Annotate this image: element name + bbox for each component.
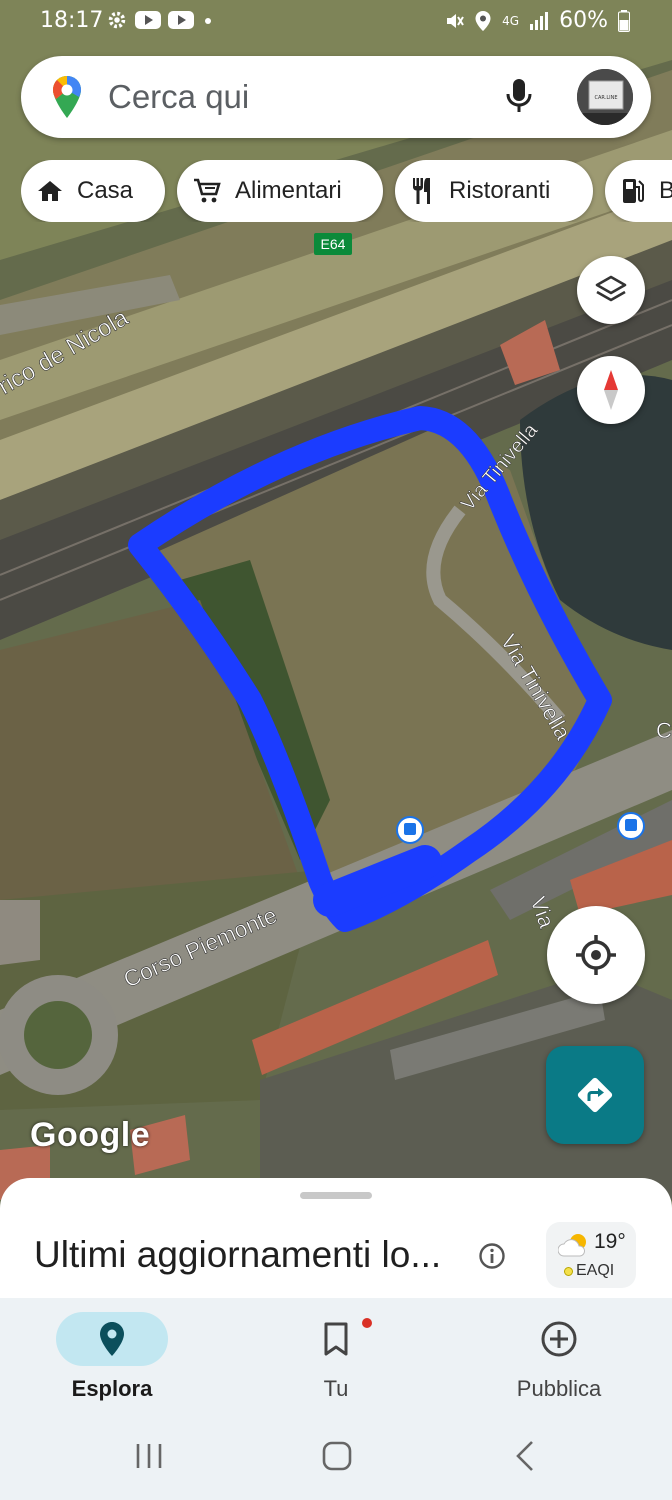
- partly-cloudy-icon: [558, 1234, 586, 1257]
- nav-esplora[interactable]: Esplora: [42, 1312, 182, 1402]
- status-bar: 18:17 4G 60%: [0, 0, 672, 46]
- notification-dot: [362, 1318, 372, 1328]
- microphone-icon[interactable]: [505, 76, 533, 116]
- google-maps-logo-icon: [53, 76, 81, 118]
- youtube-icon: [135, 11, 161, 29]
- location-icon: [475, 10, 491, 31]
- aqi-dot-icon: [564, 1267, 573, 1276]
- weather-temp: 19°: [594, 1230, 626, 1253]
- google-attribution: Google: [30, 1116, 151, 1154]
- restaurant-icon: [413, 178, 430, 204]
- status-time: 18:17: [40, 8, 104, 33]
- drag-handle[interactable]: [300, 1192, 372, 1199]
- cart-icon: [194, 178, 221, 203]
- avatar[interactable]: CAR.LINE: [577, 69, 633, 125]
- road-shield: E64: [314, 233, 352, 255]
- category-chips: Casa Alimentari Ristoranti B: [21, 160, 672, 222]
- nav-label: Pubblica: [516, 1376, 602, 1401]
- nav-pubblica[interactable]: Pubblica: [489, 1312, 629, 1402]
- chip-ristoranti[interactable]: Ristoranti: [395, 160, 593, 222]
- compass-icon: [604, 370, 618, 410]
- layers-button[interactable]: [577, 256, 645, 324]
- battery-percent: 60%: [559, 8, 608, 33]
- my-location-icon: [576, 935, 616, 975]
- dot-icon: [205, 18, 211, 24]
- home-button-icon[interactable]: [322, 1441, 352, 1471]
- bus-stop-icon[interactable]: [617, 812, 645, 840]
- chip-label: Ristoranti: [449, 177, 551, 204]
- nav-label: Tu: [323, 1376, 349, 1401]
- explore-pin-icon: [100, 1322, 124, 1356]
- chip-label: B: [659, 177, 672, 204]
- weather-widget[interactable]: 19° EAQI: [546, 1222, 636, 1288]
- chip-alimentari[interactable]: Alimentari: [177, 160, 383, 222]
- my-location-button[interactable]: [547, 906, 645, 1004]
- mute-icon: [447, 13, 465, 28]
- layers-icon: [595, 275, 627, 302]
- system-nav-bar: [0, 1420, 672, 1500]
- youtube-icon: [168, 11, 194, 29]
- directions-button[interactable]: [546, 1046, 644, 1144]
- directions-icon: [577, 1077, 613, 1113]
- fuel-icon: [623, 179, 644, 203]
- bookmark-icon: [324, 1322, 348, 1356]
- chip-label: Casa: [77, 177, 134, 204]
- chip-benzina[interactable]: B: [605, 160, 672, 222]
- sheet-title[interactable]: Ultimi aggiornamenti lo...: [34, 1234, 441, 1276]
- add-circle-icon: [541, 1321, 577, 1357]
- nav-tu[interactable]: Tu: [266, 1312, 406, 1402]
- recent-apps-icon[interactable]: [134, 1442, 164, 1470]
- network-type: 4G: [502, 13, 520, 28]
- aqi-label: EAQI: [576, 1262, 615, 1279]
- settings-icon: [108, 11, 126, 29]
- bus-stop-icon[interactable]: [396, 816, 424, 844]
- avatar-text: CAR.LINE: [595, 95, 618, 101]
- signal-icon: [530, 11, 549, 30]
- svg-text:E64: E64: [321, 236, 346, 252]
- chip-casa[interactable]: Casa: [21, 160, 165, 222]
- chip-label: Alimentari: [235, 177, 342, 204]
- compass-button[interactable]: [577, 356, 645, 424]
- info-icon[interactable]: [478, 1242, 506, 1270]
- battery-icon: [618, 9, 630, 32]
- search-input[interactable]: Cerca qui: [108, 78, 249, 116]
- search-bar[interactable]: Cerca qui CAR.LINE: [21, 56, 651, 138]
- back-icon[interactable]: [514, 1440, 536, 1472]
- home-icon: [38, 181, 62, 201]
- nav-label: Esplora: [71, 1376, 153, 1401]
- street-label: C: [656, 718, 672, 743]
